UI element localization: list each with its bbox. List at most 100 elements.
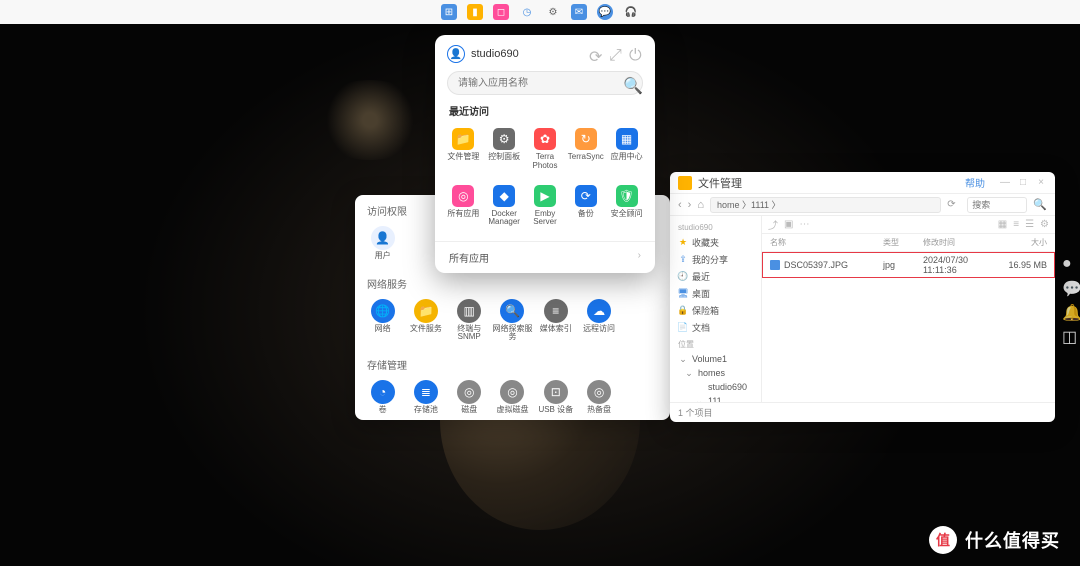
close-icon[interactable]: ×: [1035, 177, 1047, 188]
app-item[interactable]: ⚙控制面板: [484, 124, 525, 175]
bell-icon[interactable]: 🔔: [1062, 303, 1076, 317]
cp-item[interactable]: ≡媒体索引: [534, 295, 577, 345]
chevron-right-icon: ›: [638, 250, 641, 261]
app-item[interactable]: 🛡安全顾问: [606, 181, 647, 232]
app-item[interactable]: ⟳备份: [565, 181, 606, 232]
mail-icon[interactable]: ✉: [571, 4, 587, 20]
chevron-down-icon: ⌄: [678, 354, 688, 364]
cp-item[interactable]: 🔍网络探索服务: [491, 295, 534, 345]
app-icon: ▶: [534, 185, 556, 207]
expand-icon[interactable]: ⤢: [609, 47, 623, 61]
top-menubar: ⊞ ▮ ◻ ◷ ⚙ ✉ 💬 🎧: [0, 0, 1080, 24]
refresh-icon[interactable]: ⟳: [589, 47, 603, 61]
support-icon[interactable]: 🎧: [623, 4, 639, 20]
search-icon[interactable]: 🔍: [1033, 198, 1047, 211]
cp-icon: ≣: [414, 380, 438, 404]
sidebar-item[interactable]: ⇪我的分享: [670, 251, 761, 268]
search-input[interactable]: [447, 71, 643, 95]
right-sidebar: ● 💬 🔔 ◫: [1062, 255, 1076, 341]
clock-icon[interactable]: ◷: [519, 4, 535, 20]
user-avatar-icon[interactable]: 👤: [447, 45, 465, 63]
table-row[interactable]: DSC05397.JPG jpg 2024/07/30 11:11:36 16.…: [762, 252, 1055, 278]
fm-statusbar: 1 个项目: [670, 402, 1055, 422]
cp-icon: ◔: [371, 380, 395, 404]
cp-item[interactable]: 📁文件服务: [404, 295, 447, 345]
sidebar-item[interactable]: 📄文档: [670, 319, 761, 336]
help-link[interactable]: 帮助: [965, 175, 985, 190]
sidebar-item[interactable]: ★收藏夹: [670, 234, 761, 251]
app-item[interactable]: ◆Docker Manager: [484, 181, 525, 232]
app-launcher-popup: 👤 studio690 ⟳ ⤢ ⏻ 🔍 最近访问 📁文件管理⚙控制面板✿Terr…: [435, 35, 655, 273]
cp-item[interactable]: ☁远程访问: [577, 295, 620, 345]
cp-item[interactable]: ⊡USB 设备: [534, 376, 577, 418]
app-icon: ⟳: [575, 185, 597, 207]
app-icon: ◎: [452, 185, 474, 207]
cp-item[interactable]: ≣存储池: [404, 376, 447, 418]
cp-item[interactable]: ◔卷: [361, 376, 404, 418]
power-icon[interactable]: ⏻: [629, 47, 643, 61]
cp-icon: ◎: [457, 380, 481, 404]
launcher-all-apps[interactable]: 所有应用 ›: [435, 241, 655, 267]
tree-studio690[interactable]: studio690: [690, 380, 761, 394]
sidebar-location-label: 位置: [670, 336, 761, 352]
user-icon: 👤: [371, 226, 395, 250]
folder-icon[interactable]: ▮: [467, 4, 483, 20]
tree-111[interactable]: ⌄111: [690, 394, 761, 402]
cp-section-storage: 存储管理: [355, 349, 670, 376]
new-folder-icon[interactable]: ▣: [784, 219, 793, 230]
fm-search-input[interactable]: [967, 197, 1027, 213]
app-item[interactable]: ▦应用中心: [606, 124, 647, 175]
more-icon[interactable]: ⋯: [799, 219, 809, 230]
app-item[interactable]: ✿Terra Photos: [525, 124, 566, 175]
sidebar-item[interactable]: 🖥桌面: [670, 285, 761, 302]
fm-titlebar: 文件管理 帮助 — □ ×: [670, 172, 1055, 194]
sidebar-item[interactable]: 🕘最近: [670, 268, 761, 285]
fm-sidebar: studio690 ★收藏夹⇪我的分享🕘最近🖥桌面🔒保险箱📄文档 位置 ⌄ Vo…: [670, 216, 762, 402]
cp-item[interactable]: ◎虚拟磁盘: [491, 376, 534, 418]
sidebar-volume[interactable]: ⌄ Volume1: [670, 352, 761, 366]
maximize-icon[interactable]: □: [1017, 177, 1029, 188]
view-grid-icon[interactable]: ▦: [998, 219, 1007, 230]
minimize-icon[interactable]: —: [999, 177, 1011, 188]
chat-icon[interactable]: 💬: [1062, 279, 1076, 293]
cp-icon: ▥: [457, 299, 481, 323]
view-list-icon[interactable]: ≡: [1013, 219, 1019, 230]
tree-homes[interactable]: ⌄homes: [680, 366, 761, 380]
nav-up-icon[interactable]: ⌂: [697, 199, 704, 211]
watermark-badge: 值: [929, 526, 957, 554]
cp-icon: 📁: [414, 299, 438, 323]
photos-icon[interactable]: ◻: [493, 4, 509, 20]
breadcrumb[interactable]: home 〉1111 〉: [710, 197, 941, 213]
notification-icon[interactable]: ●: [1062, 255, 1076, 269]
settings-icon[interactable]: ⚙: [1040, 219, 1049, 230]
dashboard-icon[interactable]: ⊞: [441, 4, 457, 20]
cp-icon: ◎: [500, 380, 524, 404]
launcher-search[interactable]: 🔍: [447, 71, 643, 95]
dashboard-icon[interactable]: ◫: [1062, 327, 1076, 341]
window-title: 文件管理: [698, 175, 965, 191]
fm-toolbar: ‹ › ⌂ home 〉1111 〉 ⟳ 🔍: [670, 194, 1055, 216]
nav-forward-icon[interactable]: ›: [688, 199, 692, 211]
nav-back-icon[interactable]: ‹: [678, 199, 682, 211]
app-icon: ▦: [616, 128, 638, 150]
cp-item[interactable]: ▥终端与 SNMP: [448, 295, 491, 345]
search-icon: 🔍: [623, 76, 635, 88]
gear-icon[interactable]: ⚙: [545, 4, 561, 20]
cp-item-user[interactable]: 👤 用户: [361, 222, 404, 264]
sidebar-item[interactable]: 🔒保险箱: [670, 302, 761, 319]
app-item[interactable]: ↻TerraSync: [565, 124, 606, 175]
view-detail-icon[interactable]: ☰: [1025, 219, 1034, 230]
cp-item[interactable]: ◎磁盘: [448, 376, 491, 418]
fm-content: ⤴ ▣ ⋯ ▦ ≡ ☰ ⚙ 名称 类型 修改时间 大小 DSC05397.JPG…: [762, 216, 1055, 402]
launcher-username: studio690: [471, 48, 583, 60]
cp-item[interactable]: ◎热备盘: [577, 376, 620, 418]
app-item[interactable]: ◎所有应用: [443, 181, 484, 232]
cp-item[interactable]: 🌐网络: [361, 295, 404, 345]
app-item[interactable]: 📁文件管理: [443, 124, 484, 175]
refresh-icon[interactable]: ⟳: [947, 199, 961, 210]
app-item[interactable]: ▶Emby Server: [525, 181, 566, 232]
upload-icon[interactable]: ⤴: [768, 217, 778, 232]
table-header: 名称 类型 修改时间 大小: [762, 234, 1055, 252]
app-icon: ⚙: [493, 128, 515, 150]
chat-icon[interactable]: 💬: [597, 4, 613, 20]
